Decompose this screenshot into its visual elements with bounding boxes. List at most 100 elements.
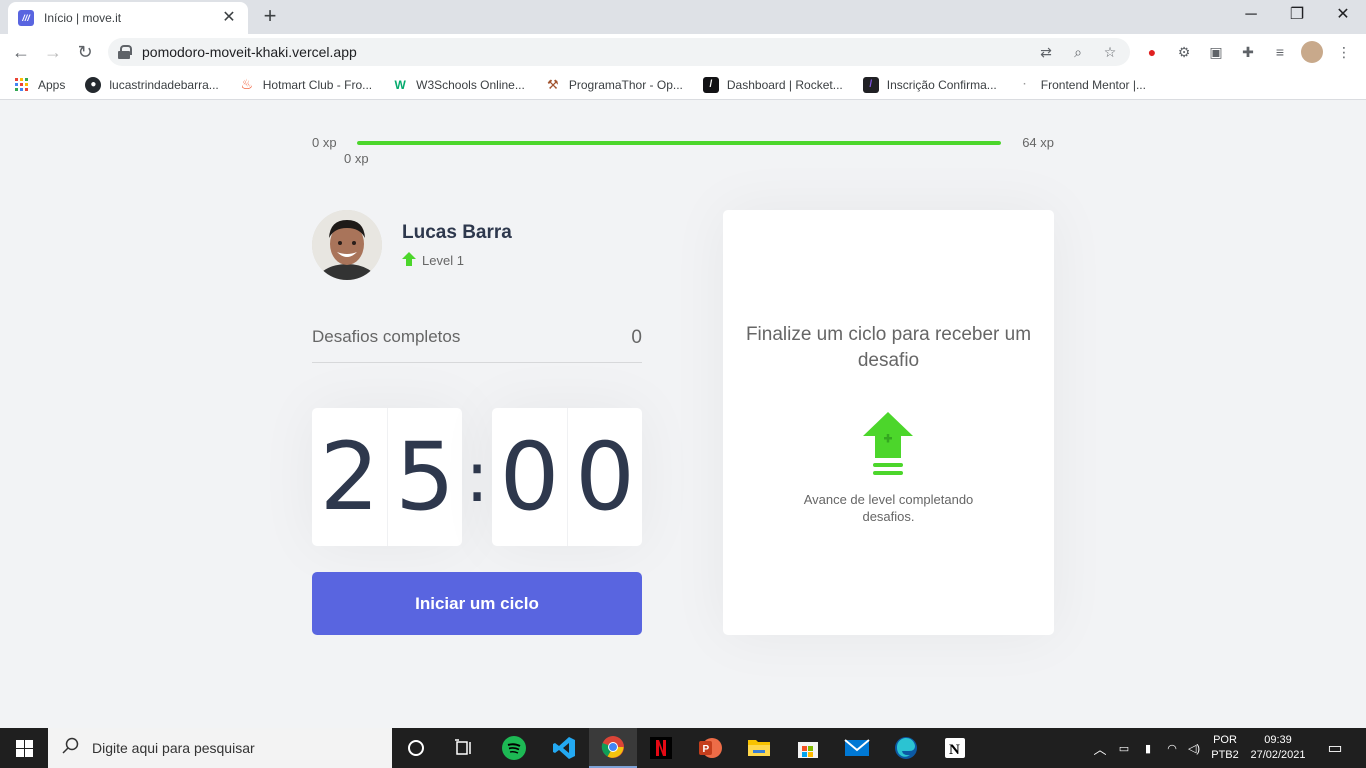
minimize-button[interactable]: ─ (1228, 0, 1274, 30)
moveit-favicon-icon: /// (18, 10, 34, 26)
tab-title: Início | move.it (44, 11, 122, 25)
bookmark-label: Frontend Mentor |... (1040, 77, 1146, 92)
completed-challenges-count: 0 (631, 327, 642, 348)
w3schools-icon: W (394, 77, 406, 92)
start-cycle-button[interactable]: Iniciar um ciclo (312, 572, 642, 635)
bookmark-inscricao[interactable]: / Inscrição Confirma... (862, 76, 997, 93)
opera-extension-icon[interactable]: ● (1141, 41, 1163, 63)
url-text[interactable]: pomodoro-moveit-khaki.vercel.app (142, 44, 1034, 60)
bookmark-frontend-mentor[interactable]: · Frontend Mentor |... (1017, 77, 1146, 93)
bookmark-star-icon[interactable]: ☆ (1098, 40, 1122, 64)
xp-fill (357, 141, 1001, 145)
vscode-icon[interactable] (540, 728, 588, 768)
chrome-icon[interactable] (589, 728, 637, 768)
file-explorer-icon[interactable] (735, 728, 783, 768)
minutes-tens-digit: 2 (319, 422, 380, 532)
rocketseat-icon: / (862, 76, 879, 93)
address-bar[interactable]: pomodoro-moveit-khaki.vercel.app ⇄ ⌕ ☆ (108, 38, 1130, 66)
svg-text:P: P (703, 744, 710, 755)
level-up-icon (863, 412, 913, 478)
bookmark-label: Dashboard | Rocket... (726, 77, 843, 92)
search-icon (62, 737, 80, 760)
bookmark-github[interactable]: ● lucastrindadebarra... (85, 76, 219, 93)
show-hidden-icons-chevron-icon[interactable]: ︿ (1090, 728, 1110, 768)
xp-min-label: 0 xp (312, 135, 337, 150)
spotify-icon[interactable] (490, 728, 538, 768)
profile-info: Lucas Barra Level 1 (402, 222, 512, 269)
wallet-extension-icon[interactable]: ▣ (1205, 41, 1227, 63)
profile-avatar-icon[interactable] (1301, 41, 1323, 63)
language-code: POR (1213, 734, 1237, 746)
bookmark-label: W3Schools Online... (416, 77, 525, 92)
notifications-icon[interactable]: ▭ (1320, 728, 1350, 768)
tab-strip: /// Início | move.it ✕ + ─ ❐ ✕ (0, 0, 1366, 34)
hammer-icon: ⚒ (547, 76, 559, 92)
bookmark-rocketseat-dashboard[interactable]: / Dashboard | Rocket... (702, 76, 843, 93)
countdown: 2 5 : 0 0 (312, 408, 642, 546)
task-view-icon[interactable] (440, 728, 488, 768)
clock-date: 27/02/2021 (1250, 749, 1306, 761)
forward-button[interactable]: → (40, 39, 66, 65)
lock-icon (118, 45, 132, 59)
mail-icon[interactable] (833, 728, 881, 768)
completed-challenges-label: Desafios completos (312, 327, 461, 346)
xp-max-label: 64 xp (1022, 135, 1054, 150)
zoom-icon[interactable]: ⌕ (1066, 40, 1090, 64)
challenge-box-title: Finalize um ciclo para receber um desafi… (745, 324, 1032, 371)
bookmark-label: Hotmart Club - Fro... (262, 77, 373, 92)
edge-icon[interactable] (882, 728, 930, 768)
reload-button[interactable]: ↻ (72, 39, 98, 65)
windows-taskbar: Digite aqui para pesquisar P N ︿ ▭ ▮ ◠ ◁… (0, 728, 1366, 768)
close-tab-icon[interactable]: ✕ (220, 10, 238, 26)
keyboard-layout: PTB2 (1211, 749, 1239, 761)
xp-current-label: 0 xp (344, 151, 369, 166)
new-tab-button[interactable]: + (258, 5, 282, 29)
page-content: 0 xp 0 xp 64 xp Lucas Barra Level 1 Desa… (0, 101, 1366, 728)
meet-now-icon[interactable]: ▭ (1114, 728, 1134, 768)
browser-toolbar: ← → ↻ pomodoro-moveit-khaki.vercel.app ⇄… (0, 34, 1366, 70)
browser-tab[interactable]: /// Início | move.it ✕ (8, 2, 248, 34)
back-button[interactable]: ← (8, 39, 34, 65)
extensions-icon[interactable]: ✚ (1237, 41, 1259, 63)
language-indicator[interactable]: POR PTB2 (1210, 728, 1240, 768)
settings-extension-icon[interactable]: ⚙ (1173, 41, 1195, 63)
minutes-ones-digit: 5 (387, 408, 462, 546)
bookmark-label: Apps (38, 77, 66, 92)
profile-name: Lucas Barra (402, 221, 512, 243)
wifi-icon[interactable]: ◠ (1162, 728, 1182, 768)
completed-challenges: Desafios completos 0 (312, 323, 642, 363)
windows-start-button[interactable] (0, 728, 48, 768)
bookmark-w3schools[interactable]: W W3Schools Online... (392, 77, 525, 93)
notion-icon[interactable]: N (931, 728, 979, 768)
menu-kebab-icon[interactable]: ⋮ (1333, 41, 1355, 63)
cortana-icon[interactable] (392, 728, 440, 768)
profile-level: Level 1 (402, 251, 512, 269)
netflix-icon[interactable] (637, 728, 685, 768)
bookmark-hotmart[interactable]: ♨ Hotmart Club - Fro... (239, 76, 373, 93)
xp-track (357, 141, 1001, 145)
seconds-tens-digit: 0 (499, 422, 560, 532)
apps-grid-icon (14, 77, 30, 93)
close-window-button[interactable]: ✕ (1320, 0, 1366, 30)
seconds-ones-digit: 0 (567, 408, 642, 546)
battery-icon[interactable]: ▮ (1138, 728, 1158, 768)
rocketseat-icon: / (702, 76, 719, 93)
media-control-icon[interactable]: ≡ (1269, 41, 1291, 63)
svg-text:N: N (949, 742, 960, 758)
avatar (312, 210, 382, 280)
clock[interactable]: 09:39 27/02/2021 (1246, 728, 1310, 768)
volume-icon[interactable]: ◁) (1184, 728, 1204, 768)
github-icon: ● (85, 76, 102, 93)
microsoft-store-icon[interactable] (784, 728, 832, 768)
bookmark-apps[interactable]: Apps (14, 77, 65, 93)
level-up-arrow-icon (402, 251, 416, 269)
seconds-group: 0 0 (492, 408, 642, 546)
frontend-mentor-icon: · (1023, 79, 1027, 90)
restore-button[interactable]: ❐ (1274, 0, 1320, 30)
translate-icon[interactable]: ⇄ (1034, 40, 1058, 64)
bookmark-programathor[interactable]: ⚒ ProgramaThor - Op... (545, 77, 683, 93)
challenge-box: Finalize um ciclo para receber um desafi… (723, 210, 1054, 635)
taskbar-search[interactable]: Digite aqui para pesquisar (48, 728, 392, 768)
profile: Lucas Barra Level 1 (312, 210, 642, 280)
powerpoint-icon[interactable]: P (686, 728, 734, 768)
